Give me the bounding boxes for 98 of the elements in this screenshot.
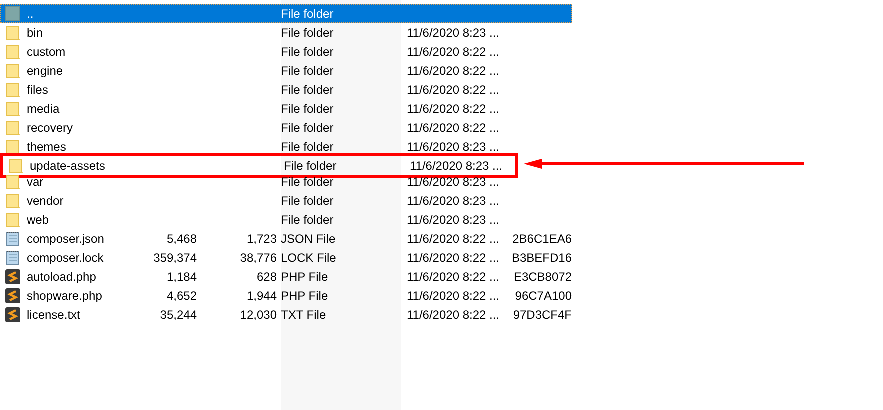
file-row[interactable]: license.txt 35,244 12,030 TXT File 11/6/2020 8:22 ... 97D3CF4F bbox=[0, 305, 572, 324]
file-type: File folder bbox=[281, 102, 334, 116]
file-size: 359,374 bbox=[154, 250, 197, 264]
file-row[interactable]: shopware.php 4,652 1,944 PHP File 11/6/2020 8:22 ... 96C7A100 bbox=[0, 286, 572, 305]
file-name: themes bbox=[27, 140, 66, 154]
file-type: PHP File bbox=[281, 270, 328, 284]
file-row[interactable]: themes File folder 11/6/2020 8:23 ... bbox=[0, 137, 572, 156]
folder-icon bbox=[5, 100, 21, 116]
file-row[interactable]: autoload.php 1,184 628 PHP File 11/6/2020 8:22 ... E3CB8072 bbox=[0, 267, 572, 286]
file-row[interactable]: files File folder 11/6/2020 8:22 ... bbox=[0, 80, 572, 99]
modified-date: 11/6/2020 8:22 ... bbox=[407, 64, 500, 78]
file-type: JSON File bbox=[281, 232, 336, 246]
modified-date: 11/6/2020 8:22 ... bbox=[407, 288, 500, 302]
crc-value: E3CB8072 bbox=[514, 270, 572, 284]
script-file-icon bbox=[5, 268, 21, 284]
file-type: File folder bbox=[281, 26, 334, 40]
file-row[interactable]: custom File folder 11/6/2020 8:22 ... bbox=[0, 42, 572, 61]
file-name: shopware.php bbox=[27, 288, 102, 302]
file-type: File folder bbox=[281, 64, 334, 78]
modified-date: 11/6/2020 8:23 ... bbox=[407, 194, 500, 208]
modified-date: 11/6/2020 8:22 ... bbox=[407, 120, 500, 134]
script-file-icon bbox=[5, 306, 21, 322]
folder-icon bbox=[5, 62, 21, 78]
modified-date: 11/6/2020 8:23 ... bbox=[410, 158, 503, 172]
modified-date: 11/6/2020 8:23 ... bbox=[407, 174, 500, 188]
file-name: files bbox=[27, 82, 48, 96]
file-row[interactable]: var File folder 11/6/2020 8:23 ... bbox=[0, 172, 572, 191]
file-type: File folder bbox=[281, 194, 334, 208]
file-name: web bbox=[27, 212, 50, 226]
crc-value: 96C7A100 bbox=[515, 288, 572, 302]
modified-date: 11/6/2020 8:23 ... bbox=[407, 140, 500, 154]
folder-icon bbox=[5, 212, 21, 228]
file-type: File folder bbox=[281, 120, 334, 134]
folder-icon bbox=[5, 82, 21, 98]
modified-date: 11/6/2020 8:23 ... bbox=[407, 212, 500, 226]
file-row[interactable]: bin File folder 11/6/2020 8:23 ... bbox=[0, 23, 572, 42]
folder-icon bbox=[5, 138, 21, 154]
modified-date: 11/6/2020 8:22 ... bbox=[407, 102, 500, 116]
file-row[interactable]: recovery File folder 11/6/2020 8:22 ... bbox=[0, 118, 572, 137]
file-type: TXT File bbox=[281, 308, 326, 322]
modified-date: 11/6/2020 8:22 ... bbox=[407, 308, 500, 322]
file-size: 35,244 bbox=[160, 308, 197, 322]
file-name: license.txt bbox=[27, 308, 80, 322]
file-row[interactable]: web File folder 11/6/2020 8:23 ... bbox=[0, 210, 572, 229]
text-file-icon bbox=[5, 250, 21, 266]
file-type: File folder bbox=[284, 158, 337, 172]
modified-date: 11/6/2020 8:23 ... bbox=[407, 26, 500, 40]
folder-icon bbox=[5, 192, 21, 208]
file-name: var bbox=[27, 174, 44, 188]
file-name: media bbox=[27, 102, 60, 116]
file-row[interactable]: composer.lock 359,374 38,776 LOCK File 11/6/2020 8:22 ... B3BEFD16 bbox=[0, 248, 572, 267]
file-row[interactable]: composer.json 5,468 1,723 JSON File 11/6/2020 8:22 ... 2B6C1EA6 bbox=[0, 229, 572, 248]
file-name: engine bbox=[27, 64, 64, 78]
file-name: vendor bbox=[27, 194, 64, 208]
file-name: bin bbox=[27, 26, 44, 40]
file-size: 1,184 bbox=[166, 270, 197, 284]
file-row[interactable]: engine File folder 11/6/2020 8:22 ... bbox=[0, 61, 572, 80]
packed-size: 1,723 bbox=[246, 232, 277, 246]
modified-date: 11/6/2020 8:22 ... bbox=[407, 232, 500, 246]
file-type: LOCK File bbox=[281, 250, 336, 264]
file-type: File folder bbox=[281, 6, 334, 20]
file-type: PHP File bbox=[281, 288, 328, 302]
file-name: composer.lock bbox=[27, 250, 104, 264]
packed-size: 38,776 bbox=[240, 250, 277, 264]
script-file-icon bbox=[5, 288, 21, 304]
file-name: .. bbox=[27, 6, 34, 20]
text-file-icon bbox=[5, 230, 21, 246]
file-name: composer.json bbox=[27, 232, 104, 246]
file-size: 5,468 bbox=[166, 232, 197, 246]
folder-up-icon bbox=[5, 6, 21, 22]
file-row[interactable]: update-assets File folder 11/6/2020 8:23 ... bbox=[3, 156, 515, 175]
file-size: 4,652 bbox=[166, 288, 197, 302]
crc-value: B3BEFD16 bbox=[512, 250, 572, 264]
file-type: File folder bbox=[281, 174, 334, 188]
packed-size: 1,944 bbox=[246, 288, 277, 302]
file-type: File folder bbox=[281, 44, 334, 58]
file-row[interactable]: .. File folder bbox=[0, 4, 572, 23]
modified-date: 11/6/2020 8:22 ... bbox=[407, 82, 500, 96]
packed-size: 12,030 bbox=[240, 308, 277, 322]
file-type: File folder bbox=[281, 140, 334, 154]
file-name: custom bbox=[27, 44, 66, 58]
packed-size: 628 bbox=[256, 270, 277, 284]
crc-value: 97D3CF4F bbox=[513, 308, 572, 322]
folder-icon bbox=[5, 120, 21, 136]
modified-date: 11/6/2020 8:22 ... bbox=[407, 270, 500, 284]
folder-icon bbox=[5, 44, 21, 60]
folder-icon bbox=[8, 158, 24, 174]
file-name: recovery bbox=[27, 120, 74, 134]
folder-icon bbox=[5, 174, 21, 190]
modified-date: 11/6/2020 8:22 ... bbox=[407, 250, 500, 264]
crc-value: 2B6C1EA6 bbox=[512, 232, 572, 246]
file-row[interactable]: media File folder 11/6/2020 8:22 ... bbox=[0, 99, 572, 118]
file-type: File folder bbox=[281, 212, 334, 226]
file-row[interactable]: vendor File folder 11/6/2020 8:23 ... bbox=[0, 191, 572, 210]
file-type: File folder bbox=[281, 82, 334, 96]
file-name: update-assets bbox=[30, 158, 106, 172]
modified-date: 11/6/2020 8:22 ... bbox=[407, 44, 500, 58]
file-name: autoload.php bbox=[27, 270, 96, 284]
